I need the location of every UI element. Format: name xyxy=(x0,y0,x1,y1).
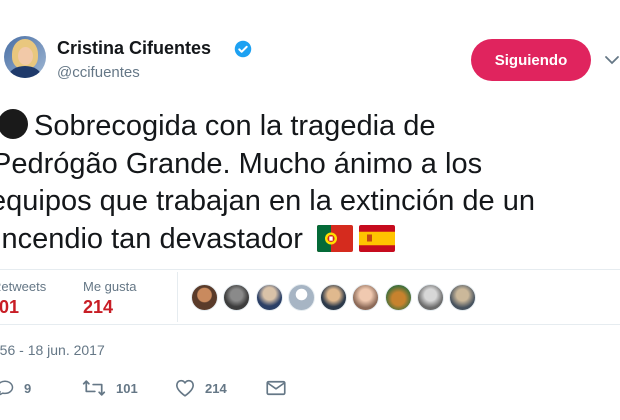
avatar[interactable] xyxy=(4,36,46,78)
tweet-line: incendio tan devastador xyxy=(0,222,303,255)
direct-message-button[interactable] xyxy=(266,376,286,400)
divider xyxy=(0,269,620,270)
liker-avatars[interactable] xyxy=(191,284,482,312)
avatar[interactable] xyxy=(223,284,251,311)
verified-badge-icon xyxy=(234,40,252,58)
envelope-icon xyxy=(266,380,286,396)
retweet-button[interactable]: 101 xyxy=(82,376,138,400)
avatar[interactable] xyxy=(191,284,218,311)
like-button[interactable]: 214 xyxy=(175,376,227,400)
profile-handle[interactable]: @ccifuentes xyxy=(57,64,140,81)
tweet-line: Pedrógão Grande. Mucho ánimo a los xyxy=(0,147,483,180)
avatar[interactable] xyxy=(449,284,477,311)
likes-count[interactable]: 214 xyxy=(83,297,113,318)
tweet-line: Sobrecogida con la tragedia de xyxy=(34,110,436,142)
black-circle-emoji xyxy=(0,109,28,139)
reply-button[interactable]: 9 xyxy=(0,376,31,400)
reply-count: 9 xyxy=(24,380,32,396)
tweet-timestamp[interactable]: 9:56 - 18 jun. 2017 xyxy=(0,342,105,358)
spain-flag-icon xyxy=(359,224,396,252)
avatar[interactable] xyxy=(352,284,380,311)
heart-icon xyxy=(176,379,194,397)
profile-name[interactable]: Cristina Cifuentes xyxy=(57,38,211,59)
retweet-count: 101 xyxy=(116,380,138,396)
tweet-line: equipos que trabajan en la extinción de … xyxy=(0,185,535,217)
portugal-flag-icon xyxy=(317,224,354,252)
reply-icon xyxy=(0,380,14,396)
chevron-down-icon[interactable] xyxy=(604,52,620,68)
divider xyxy=(0,324,620,325)
retweets-label[interactable]: Retweets xyxy=(0,279,46,294)
retweet-icon xyxy=(82,380,106,396)
avatar[interactable] xyxy=(384,284,412,311)
retweets-count[interactable]: 101 xyxy=(0,297,19,318)
avatar[interactable] xyxy=(417,284,445,311)
divider xyxy=(177,272,178,322)
like-count: 214 xyxy=(205,380,227,396)
following-button[interactable]: Siguiendo xyxy=(471,39,591,81)
likes-label[interactable]: Me gusta xyxy=(83,279,136,294)
avatar[interactable] xyxy=(320,284,348,311)
avatar[interactable] xyxy=(287,284,315,311)
avatar[interactable] xyxy=(255,284,283,311)
tweet-text: Sobrecogida con la tragedia de Pedrógão … xyxy=(0,108,615,258)
